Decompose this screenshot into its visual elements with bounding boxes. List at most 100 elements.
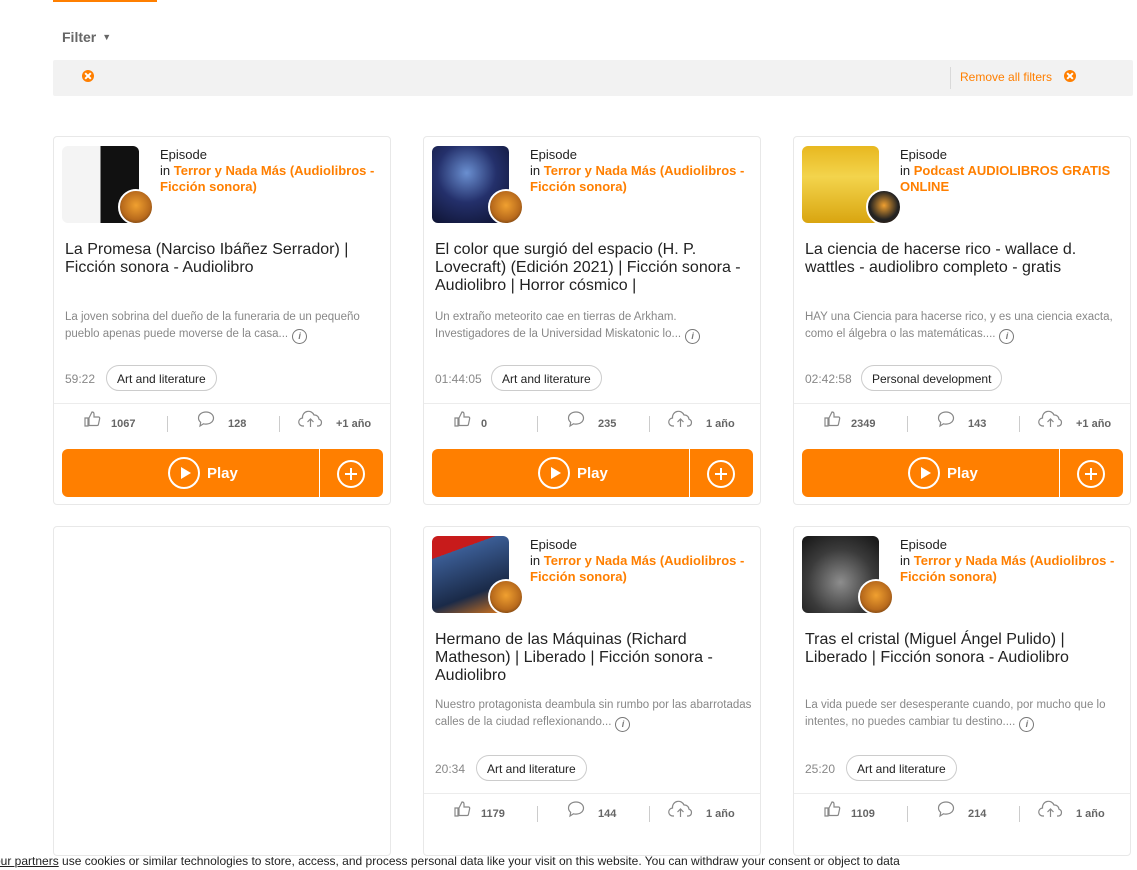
play-label: Play xyxy=(207,465,238,482)
plus-icon xyxy=(707,460,735,488)
podcast-link[interactable]: Podcast AUDIOLIBROS GRATIS ONLINE xyxy=(900,163,1110,194)
episode-card[interactable]: Episode in Terror y Nada Más (Audiolibros… xyxy=(793,526,1131,856)
play-button[interactable]: Play xyxy=(432,449,689,497)
comments-count: 143 xyxy=(968,418,987,430)
cookie-banner: our partners use cookies or similar tech… xyxy=(0,854,1131,868)
episode-card[interactable]: Episode in Terror y Nada Más (Audiolibros… xyxy=(53,136,391,505)
likes-count: 2349 xyxy=(851,418,876,430)
likes-count: 1179 xyxy=(481,808,505,820)
comments-count: 235 xyxy=(598,418,617,430)
divider xyxy=(1019,416,1020,432)
play-controls: Play xyxy=(802,449,1123,497)
caret-down-icon: ▼ xyxy=(102,32,112,42)
episode-type-label: Episode xyxy=(530,147,577,162)
divider xyxy=(537,416,538,432)
podcast-link[interactable]: Terror y Nada Más (Audiolibros - Ficción… xyxy=(530,553,744,584)
add-to-playlist-button[interactable] xyxy=(320,449,383,497)
remove-all-filters-button[interactable]: Remove all filters xyxy=(960,70,1052,84)
episode-title[interactable]: La Promesa (Narciso Ibáñez Serrador) | F… xyxy=(65,241,383,277)
podcast-avatar[interactable] xyxy=(488,189,524,225)
episode-type-label: Episode xyxy=(160,147,207,162)
empty-card-placeholder xyxy=(53,526,391,856)
play-controls: Play xyxy=(432,449,753,497)
episode-stats: 1179 144 1 año xyxy=(424,793,760,838)
episode-duration: 25:20 xyxy=(805,762,836,776)
podcast-avatar[interactable] xyxy=(488,579,524,615)
podcast-link[interactable]: Terror y Nada Más (Audiolibros - Ficción… xyxy=(900,553,1114,584)
upload-age: 1 año xyxy=(706,418,735,430)
episode-stats: 2349 143 +1 año xyxy=(794,403,1130,448)
in-label: in xyxy=(160,163,171,178)
add-to-playlist-button[interactable] xyxy=(1060,449,1123,497)
episode-description: La joven sobrina del dueño de la funerar… xyxy=(65,309,383,344)
divider xyxy=(649,416,650,432)
podcast-link[interactable]: Terror y Nada Más (Audiolibros - Ficción… xyxy=(160,163,374,194)
podcast-avatar[interactable] xyxy=(866,189,902,225)
comments-count: 128 xyxy=(228,418,247,430)
episode-duration: 01:44:05 xyxy=(435,372,482,386)
episode-description: La vida puede ser desesperante cuando, p… xyxy=(805,697,1123,732)
in-label: in xyxy=(530,553,541,568)
episode-description-text: La joven sobrina del dueño de la funerar… xyxy=(65,311,360,340)
divider xyxy=(907,416,908,432)
play-icon xyxy=(908,457,940,489)
episode-duration: 02:42:58 xyxy=(805,372,852,386)
category-tag[interactable]: Art and literature xyxy=(476,755,587,781)
cookie-partners-link[interactable]: our partners xyxy=(0,854,59,868)
add-to-playlist-button[interactable] xyxy=(690,449,753,497)
divider xyxy=(1019,806,1020,822)
episode-meta: Episode in Terror y Nada Más (Audiolibros… xyxy=(900,537,1122,585)
episode-description-text: La vida puede ser desesperante cuando, p… xyxy=(805,699,1106,728)
divider xyxy=(167,416,168,432)
likes-count: 1067 xyxy=(111,418,136,430)
remove-all-filters-icon[interactable] xyxy=(1064,70,1076,82)
episode-title[interactable]: El color que surgió del espacio (H. P. L… xyxy=(435,241,753,295)
category-tag[interactable]: Art and literature xyxy=(106,365,217,391)
episode-card[interactable]: Episode in Terror y Nada Más (Audiolibros… xyxy=(423,526,761,856)
episode-duration: 59:22 xyxy=(65,372,96,386)
episode-meta: Episode in Terror y Nada Más (Audiolibros… xyxy=(530,537,752,585)
category-tag[interactable]: Art and literature xyxy=(846,755,957,781)
play-button[interactable]: Play xyxy=(62,449,319,497)
category-tag[interactable]: Art and literature xyxy=(491,365,602,391)
episode-duration: 20:34 xyxy=(435,762,466,776)
episode-title[interactable]: Hermano de las Máquinas (Richard Matheso… xyxy=(435,631,753,685)
episode-description: Un extraño meteorito cae en tierras de A… xyxy=(435,309,753,344)
podcast-avatar[interactable] xyxy=(118,189,154,225)
filter-dropdown[interactable]: Filter ▼ xyxy=(62,29,111,45)
episode-description: HAY una Ciencia para hacerse rico, y es … xyxy=(805,309,1123,344)
divider xyxy=(950,67,951,89)
episode-title[interactable]: La ciencia de hacerse rico - wallace d. … xyxy=(805,241,1123,277)
in-label: in xyxy=(530,163,541,178)
info-icon[interactable]: i xyxy=(615,717,631,732)
episode-stats: 1109 214 1 año xyxy=(794,793,1130,838)
likes-count: 0 xyxy=(481,418,488,430)
info-icon[interactable]: i xyxy=(1019,717,1035,732)
info-icon[interactable]: i xyxy=(685,329,701,344)
podcast-avatar[interactable] xyxy=(858,579,894,615)
play-icon xyxy=(168,457,200,489)
active-filters-bar: Remove all filters xyxy=(53,60,1133,96)
divider xyxy=(279,416,280,432)
episode-type-label: Episode xyxy=(900,147,947,162)
divider xyxy=(649,806,650,822)
play-button[interactable]: Play xyxy=(802,449,1059,497)
podcast-link[interactable]: Terror y Nada Más (Audiolibros - Ficción… xyxy=(530,163,744,194)
category-tag[interactable]: Personal development xyxy=(861,365,1003,391)
comments-count: 214 xyxy=(968,808,987,820)
episode-card[interactable]: Episode in Terror y Nada Más (Audiolibros… xyxy=(423,136,761,505)
info-icon[interactable]: i xyxy=(292,329,308,344)
in-label: in xyxy=(900,163,911,178)
upload-age: 1 año xyxy=(1076,808,1105,820)
clear-filter-icon[interactable] xyxy=(82,70,94,82)
episode-stats: 0 235 1 año xyxy=(424,403,760,448)
episode-meta: Episode in Terror y Nada Más (Audiolibros… xyxy=(160,147,382,195)
episode-description-text: Nuestro protagonista deambula sin rumbo … xyxy=(435,699,752,728)
plus-icon xyxy=(1077,460,1105,488)
info-icon[interactable]: i xyxy=(999,329,1015,344)
episode-stats: 1067 128 +1 año xyxy=(54,403,390,448)
episode-card[interactable]: Episode in Podcast AUDIOLIBROS GRATIS ONL… xyxy=(793,136,1131,505)
episode-title[interactable]: Tras el cristal (Miguel Ángel Pulido) | … xyxy=(805,631,1123,667)
in-label: in xyxy=(900,553,911,568)
upload-age: +1 año xyxy=(1076,418,1112,430)
